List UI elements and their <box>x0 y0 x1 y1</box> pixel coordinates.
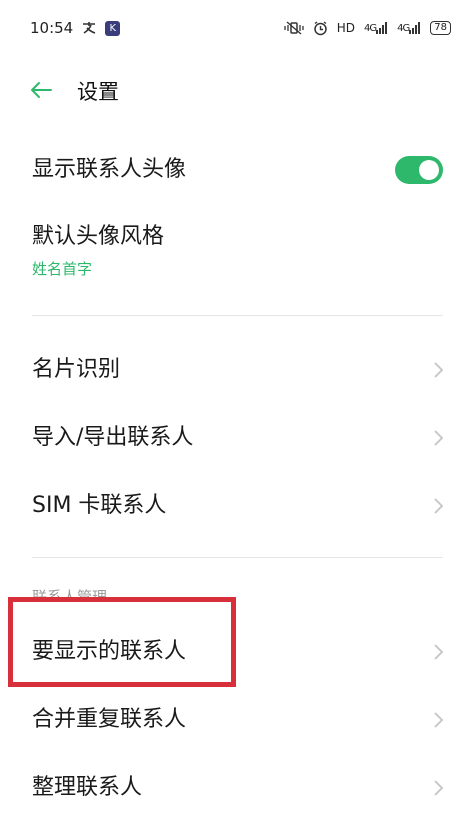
chevron-right-icon <box>434 362 444 378</box>
divider <box>32 557 443 558</box>
alarm-icon <box>313 20 328 36</box>
setting-label: 导入/导出联系人 <box>32 425 194 450</box>
chevron-right-icon <box>434 430 444 446</box>
setting-organize-contacts[interactable]: 整理联系人 <box>0 758 475 818</box>
back-button[interactable] <box>24 74 58 106</box>
chevron-right-icon <box>434 644 444 660</box>
setting-card-recognition[interactable]: 名片识别 <box>0 340 475 400</box>
status-right: HD 4G 4G 78 <box>284 20 451 36</box>
app-notification-icon: K <box>105 20 121 36</box>
signal-strength-icon-1: 4G <box>364 22 388 34</box>
chevron-right-icon <box>434 780 444 796</box>
signal-strength-icon-2: 4G <box>397 22 421 34</box>
status-left: 10:54 K <box>30 19 121 37</box>
page-header: 设置 <box>0 62 475 118</box>
setting-label: 整理联系人 <box>32 775 143 800</box>
setting-import-export[interactable]: 导入/导出联系人 <box>0 408 475 468</box>
chevron-right-icon <box>434 712 444 728</box>
pay-app-icon <box>81 21 97 35</box>
status-time: 10:54 <box>30 19 74 37</box>
section-header-contact-management: 联系人管理 <box>32 588 108 600</box>
setting-show-avatar[interactable]: 显示联系人头像 <box>0 140 475 200</box>
back-arrow-icon <box>31 82 52 98</box>
avatar-style-value: 姓名首字 <box>32 260 93 278</box>
setting-label: 合并重复联系人 <box>32 707 187 732</box>
setting-avatar-style[interactable]: 默认头像风格 姓名首字 <box>0 218 475 290</box>
vibrate-icon <box>284 21 304 35</box>
toggle-knob <box>419 160 439 180</box>
setting-label: SIM 卡联系人 <box>32 493 167 518</box>
network-type-label-1: 4G <box>364 22 377 34</box>
setting-label: 要显示的联系人 <box>32 639 187 664</box>
battery-icon: 78 <box>430 21 451 35</box>
show-avatar-toggle[interactable] <box>395 156 443 184</box>
status-bar: 10:54 K HD 4G 4G 78 <box>0 0 475 56</box>
setting-merge-duplicates[interactable]: 合并重复联系人 <box>0 690 475 750</box>
setting-label: 名片识别 <box>32 357 121 382</box>
hd-indicator: HD <box>336 21 356 35</box>
chevron-right-icon <box>434 498 444 514</box>
network-type-label-2: 4G <box>397 22 410 34</box>
page-title: 设置 <box>77 80 119 104</box>
setting-sim-contacts[interactable]: SIM 卡联系人 <box>0 476 475 536</box>
setting-contacts-to-display[interactable]: 要显示的联系人 <box>0 622 475 682</box>
divider <box>32 315 443 316</box>
setting-label: 显示联系人头像 <box>32 157 187 182</box>
setting-label: 默认头像风格 <box>32 224 165 249</box>
